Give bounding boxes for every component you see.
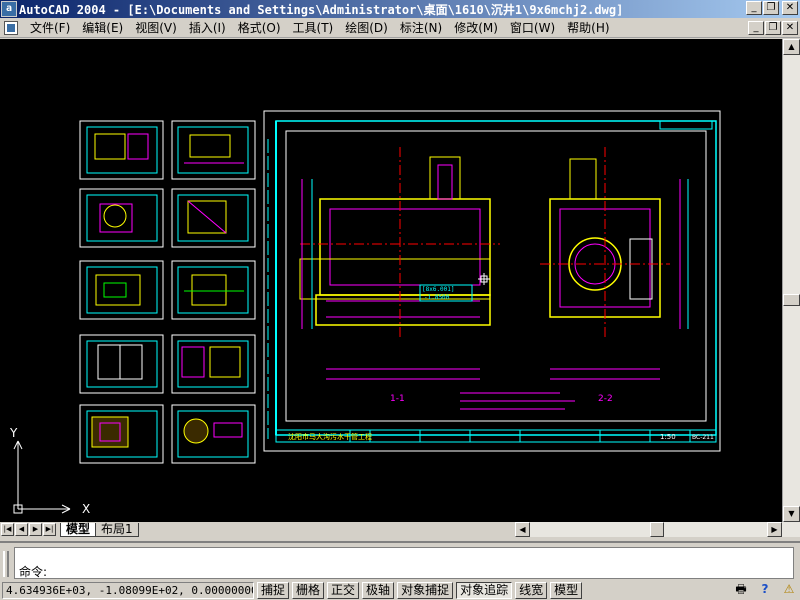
menu-draw[interactable]: 绘图(D) — [339, 19, 394, 36]
command-prompt: 命令: — [19, 565, 48, 579]
command-window: 命令: — [0, 541, 800, 579]
horizontal-scrollbar[interactable]: ◀ ▶ — [515, 522, 800, 537]
thumb-sheet-4-2 — [171, 334, 256, 394]
thumb-sheet-5-2 — [171, 404, 256, 464]
command-line[interactable]: 命令: — [14, 547, 794, 579]
document-controls: _ ❐ ✕ — [747, 21, 798, 35]
drawing-svg: Y X 1-1 2-2 [8x6.001] -1.8500 沈阳市马大沟污水干管… — [9, 110, 721, 516]
autocad-app-icon[interactable]: a — [1, 1, 17, 17]
thumb-sheet-3-1 — [79, 260, 164, 320]
coordinate-display[interactable]: 4.634936E+03, -1.08099E+02, 0.00000000 — [2, 581, 254, 599]
title-block-scale: 1:50 — [660, 433, 676, 441]
section-1-1-label: 1-1 — [390, 394, 405, 404]
thumb-sheet-1-2 — [171, 120, 256, 180]
menu-dimension[interactable]: 标注(N) — [394, 19, 448, 36]
window-title: AutoCAD 2004 - [E:\Documents and Setting… — [19, 2, 624, 17]
autocad-window: a AutoCAD 2004 - [E:\Documents and Setti… — [0, 0, 800, 600]
lineweight-button[interactable]: 线宽 — [515, 581, 548, 599]
thumb-sheet-3-2 — [171, 260, 256, 320]
title-block-project: 沈阳市马大沟污水干管工程 — [288, 432, 372, 441]
status-tray: 🖶 ? ⚠ — [732, 581, 798, 597]
section-2-2-label: 2-2 — [598, 394, 613, 404]
otrack-button[interactable]: 对象追踪 — [456, 581, 513, 599]
doc-restore-button[interactable]: ❐ — [765, 21, 781, 35]
thumb-sheet-1-1 — [79, 120, 164, 180]
section-1-1-drawing — [299, 147, 500, 380]
doc-minimize-button[interactable]: _ — [748, 21, 764, 35]
snap-button[interactable]: 捕捉 — [257, 581, 290, 599]
close-button[interactable]: ✕ — [782, 1, 798, 15]
model-space-button[interactable]: 模型 — [550, 581, 583, 599]
sheet-thumbnails — [79, 120, 256, 464]
menu-help[interactable]: 帮助(H) — [561, 19, 615, 36]
thumb-sheet-2-1 — [79, 188, 164, 248]
main-drawing-sheet — [13, 110, 721, 514]
thumb-sheet-4-1 — [79, 334, 164, 394]
tab-first-icon[interactable]: |◀ — [1, 523, 14, 536]
thumb-sheet-5-1 — [79, 404, 164, 464]
tab-layout1[interactable]: 布局1 — [95, 522, 139, 537]
window-controls: _ ❐ ✕ — [745, 1, 798, 15]
scroll-right-icon[interactable]: ▶ — [767, 522, 782, 537]
ortho-button[interactable]: 正交 — [327, 581, 360, 599]
menu-file[interactable]: 文件(F) — [24, 19, 76, 36]
menu-modify[interactable]: 修改(M) — [448, 19, 504, 36]
ucs-icon — [13, 440, 71, 514]
tab-next-icon[interactable]: ▶ — [29, 523, 42, 536]
title-bar: a AutoCAD 2004 - [E:\Documents and Setti… — [0, 0, 800, 18]
grid-button[interactable]: 栅格 — [292, 581, 325, 599]
ucs-x-label: X — [82, 502, 90, 516]
section-2-2-drawing — [540, 147, 689, 380]
menu-tools[interactable]: 工具(T) — [287, 19, 340, 36]
menu-edit[interactable]: 编辑(E) — [76, 19, 129, 36]
tab-prev-icon[interactable]: ◀ — [15, 523, 28, 536]
command-window-grip[interactable] — [3, 551, 9, 577]
scroll-down-icon[interactable]: ▼ — [783, 506, 800, 522]
menu-bar: 文件(F) 编辑(E) 视图(V) 插入(I) 格式(O) 工具(T) 绘图(D… — [0, 18, 800, 38]
printer-icon[interactable]: 🖶 — [732, 581, 750, 597]
menu-window[interactable]: 窗口(W) — [504, 19, 561, 36]
elevation-value: -1.8500 — [424, 294, 450, 301]
minimize-button[interactable]: _ — [746, 1, 762, 15]
communication-center-icon[interactable]: ⚠ — [780, 581, 798, 597]
vertical-scrollbar[interactable]: ▲ ▼ — [782, 39, 800, 522]
help-icon[interactable]: ? — [756, 581, 774, 597]
status-bar: 4.634936E+03, -1.08099E+02, 0.00000000 捕… — [0, 580, 800, 600]
scroll-left-icon[interactable]: ◀ — [515, 522, 530, 537]
horizontal-scroll-thumb[interactable] — [650, 522, 664, 537]
tab-last-icon[interactable]: ▶| — [43, 523, 56, 536]
document-icon[interactable] — [4, 20, 18, 35]
vertical-scroll-thumb[interactable] — [783, 294, 800, 306]
tab-model[interactable]: 模型 — [60, 522, 97, 537]
menu-insert[interactable]: 插入(I) — [183, 19, 232, 36]
menu-view[interactable]: 视图(V) — [129, 19, 183, 36]
doc-close-button[interactable]: ✕ — [782, 21, 798, 35]
menu-format[interactable]: 格式(O) — [232, 19, 287, 36]
drawing-notes — [460, 392, 575, 410]
ucs-y-label: Y — [9, 426, 18, 440]
thumb-sheet-2-2 — [171, 188, 256, 248]
scroll-up-icon[interactable]: ▲ — [783, 39, 800, 55]
elevation-label: [8x6.001] — [422, 286, 455, 293]
polar-button[interactable]: 极轴 — [362, 581, 395, 599]
layout-tab-bar: |◀ ◀ ▶ ▶| 模型 布局1 ◀ ▶ — [0, 522, 800, 537]
maximize-button[interactable]: ❐ — [763, 1, 779, 15]
title-block-drawing-no: BC-211 — [692, 434, 714, 441]
drawing-canvas[interactable]: Y X 1-1 2-2 [8x6.001] -1.8500 沈阳市马大沟污水干管… — [0, 39, 782, 522]
osnap-button[interactable]: 对象捕捉 — [397, 581, 454, 599]
